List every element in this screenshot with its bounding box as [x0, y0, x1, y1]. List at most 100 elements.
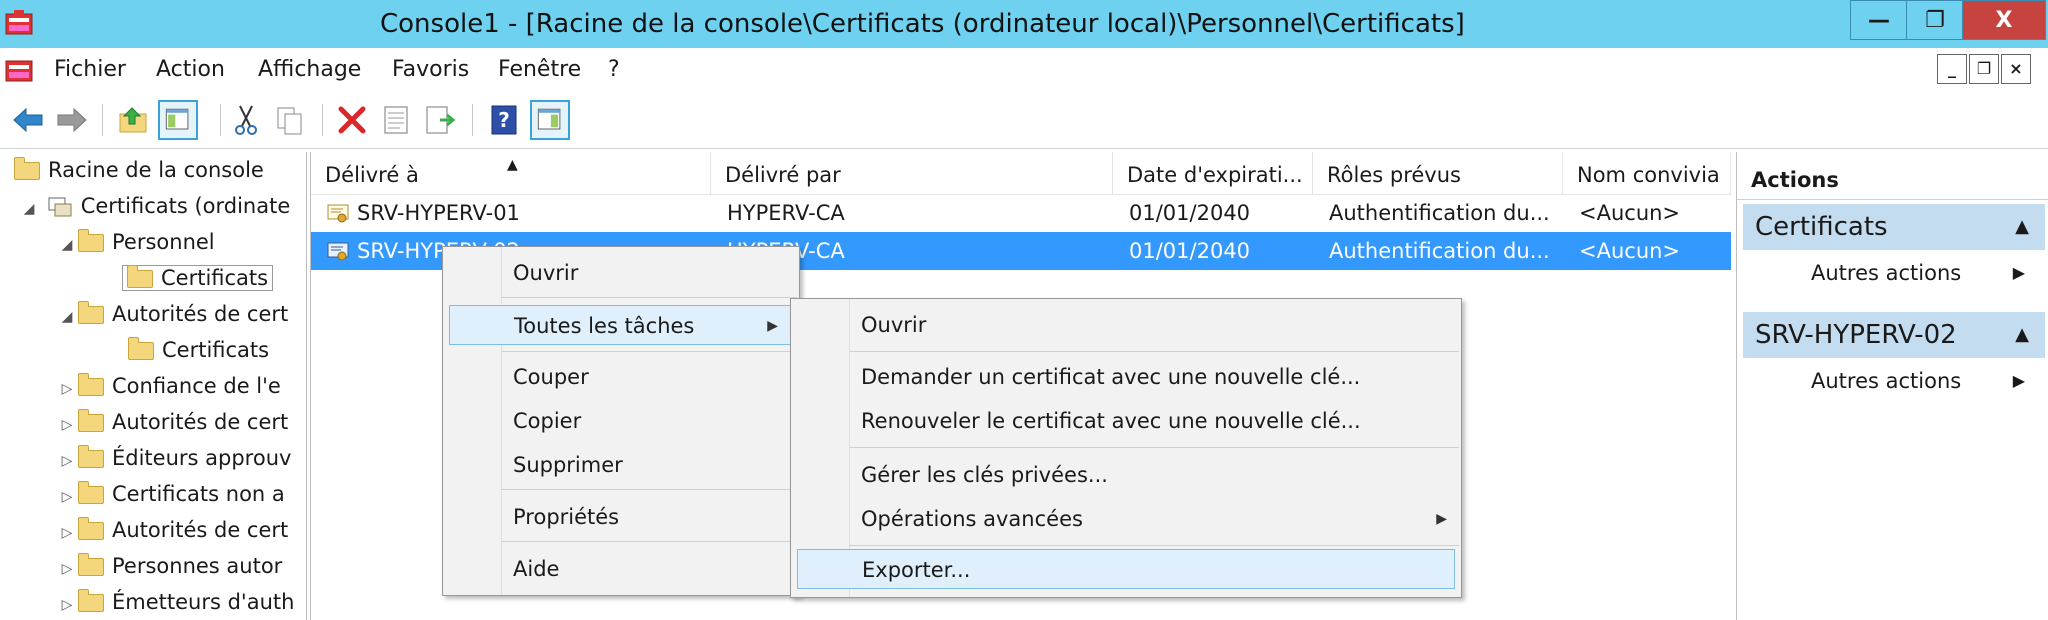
tree-node-non-autorises[interactable]: ▷ Certificats non a [0, 476, 306, 512]
menu-item-toutes-les-taches[interactable]: Toutes les tâches ▶ [449, 305, 793, 345]
expand-arrow-icon[interactable]: ▷ [56, 443, 78, 479]
window-title: Console1 - [Racine de la console\Certifi… [380, 9, 1465, 39]
tree-node-label: Confiance de l'e [112, 374, 281, 398]
actions-section-srv-hyperv-02[interactable]: SRV-HYPERV-02 ▲ [1743, 312, 2045, 358]
cell-nom-convivial: <Aucun> [1579, 201, 1681, 225]
menu-favoris[interactable]: Favoris [392, 48, 469, 92]
tree-node-autorites-inter[interactable]: ▷ Autorités de cert [0, 404, 306, 440]
tree-node-emetteurs[interactable]: ▷ Émetteurs d'auth [0, 584, 306, 620]
tree-node-label: Personnes autor [112, 554, 283, 578]
column-header-roles-prevus[interactable]: Rôles prévus [1313, 152, 1563, 194]
tree-node-personnel[interactable]: ◢ Personnel [0, 224, 306, 260]
menu-item-proprietes[interactable]: Propriétés [443, 497, 799, 537]
help-icon[interactable]: ? [484, 100, 524, 140]
table-row[interactable]: SRV-HYPERV-01 HYPERV-CA 01/01/2040 Authe… [311, 194, 1731, 232]
actions-section-label: Certificats [1755, 212, 1888, 242]
expand-arrow-icon[interactable]: ▷ [56, 479, 78, 515]
folder-icon [78, 445, 104, 468]
toolbar-separator [220, 104, 221, 136]
cell-delivre-a: SRV-HYPERV-01 [357, 201, 520, 225]
submenu-item-demander-certificat[interactable]: Demander un certificat avec une nouvelle… [791, 357, 1461, 397]
collapse-arrow-icon[interactable]: ◢ [56, 227, 78, 263]
folder-icon [78, 481, 104, 504]
back-arrow-icon[interactable] [8, 100, 48, 140]
expand-arrow-icon[interactable]: ▷ [56, 407, 78, 443]
forward-arrow-icon[interactable] [52, 100, 92, 140]
actions-autres-actions-2[interactable]: Autres actions ▶ [1743, 362, 2045, 400]
tree-node-label: Autorités de cert [112, 302, 289, 326]
tree-node-label: Certificats non a [112, 482, 285, 506]
cell-roles-prevus: Authentification du... [1329, 239, 1550, 263]
submenu-item-operations-avancees[interactable]: Opérations avancées ▶ [791, 499, 1461, 539]
menu-item-ouvrir[interactable]: Ouvrir [443, 253, 799, 293]
cut-icon[interactable] [226, 100, 266, 140]
tree-node-label: Certificats [162, 338, 270, 362]
delete-icon[interactable] [332, 100, 372, 140]
actions-pane-title: Actions [1737, 160, 2048, 200]
menu-affichage[interactable]: Affichage [258, 48, 361, 92]
mmc-app-icon[interactable] [4, 8, 34, 38]
tree-node-autorites-tierces[interactable]: ▷ Autorités de cert [0, 512, 306, 548]
expand-arrow-icon[interactable]: ▷ [56, 551, 78, 587]
svg-text:?: ? [498, 108, 510, 132]
submenu-item-ouvrir[interactable]: Ouvrir [791, 305, 1461, 345]
column-header-delivre-par[interactable]: Délivré par [711, 152, 1113, 194]
tree-node-personnes[interactable]: ▷ Personnes autor [0, 548, 306, 584]
menu-help[interactable]: ? [608, 48, 620, 92]
console-menu-icon[interactable] [4, 56, 34, 84]
tree-node-certificats[interactable]: ◢ Certificats (ordinate [0, 188, 306, 224]
mdi-close-button[interactable]: × [2001, 54, 2031, 84]
tree-node-autorites-racines[interactable]: ◢ Autorités de cert [0, 296, 306, 332]
maximize-button[interactable]: ❐ [1906, 0, 1964, 40]
folder-icon [78, 553, 104, 576]
collapse-arrow-icon[interactable]: ◢ [56, 299, 78, 335]
mdi-minimize-button[interactable]: _ [1937, 54, 1967, 84]
tree-node-root[interactable]: Racine de la console [0, 152, 306, 188]
tree-node-personnel-certificats[interactable]: Certificats [0, 260, 306, 296]
menu-separator [849, 351, 1459, 352]
submenu-arrow-icon: ▶ [1436, 511, 1447, 527]
toolbar-separator [472, 104, 473, 136]
mdi-restore-button[interactable]: ❐ [1969, 54, 1999, 84]
submenu-item-exporter[interactable]: Exporter... [797, 549, 1455, 589]
expand-arrow-icon[interactable]: ▷ [56, 371, 78, 407]
menu-item-label: Opérations avancées [861, 507, 1083, 531]
close-button[interactable]: X [1962, 0, 2046, 40]
tree-node-racines-certificats[interactable]: Certificats [0, 332, 306, 368]
menu-fichier[interactable]: Fichier [54, 48, 126, 92]
properties-icon[interactable] [376, 100, 416, 140]
certificate-icon [327, 242, 349, 261]
folder-icon [78, 517, 104, 540]
actions-pane: Actions Certificats ▲ Autres actions ▶ S… [1736, 152, 2048, 620]
certificate-icon [327, 204, 349, 223]
folder-icon [78, 373, 104, 396]
menu-item-couper[interactable]: Couper [443, 357, 799, 397]
column-header-nom-convivial[interactable]: Nom convivia [1563, 152, 1731, 194]
submenu-item-renouveler-certificat[interactable]: Renouveler le certificat avec une nouvel… [791, 401, 1461, 441]
tree-node-editeurs[interactable]: ▷ Éditeurs approuv [0, 440, 306, 476]
tree-node-confiance[interactable]: ▷ Confiance de l'e [0, 368, 306, 404]
submenu-item-gerer-cles[interactable]: Gérer les clés privées... [791, 455, 1461, 495]
show-hide-action-pane-icon[interactable] [530, 100, 570, 140]
expand-arrow-icon[interactable]: ▷ [56, 587, 78, 620]
column-header-date-expiration[interactable]: Date d'expirati... [1113, 152, 1313, 194]
actions-section-certificats[interactable]: Certificats ▲ [1743, 204, 2045, 250]
collapse-section-icon[interactable]: ▲ [2015, 312, 2029, 358]
export-list-icon[interactable] [420, 100, 460, 140]
menu-action[interactable]: Action [156, 48, 225, 92]
menu-fenetre[interactable]: Fenêtre [498, 48, 581, 92]
minimize-button[interactable]: — [1850, 0, 1908, 40]
up-folder-icon[interactable] [114, 100, 154, 140]
menu-item-copier[interactable]: Copier [443, 401, 799, 441]
menu-item-supprimer[interactable]: Supprimer [443, 445, 799, 485]
show-hide-tree-icon[interactable] [158, 100, 198, 140]
copy-icon[interactable] [270, 100, 310, 140]
mdi-window-controls: _ ❐ × [1935, 54, 2031, 84]
column-header-delivre-a[interactable]: Délivré à ▲ [311, 152, 711, 194]
actions-autres-actions-1[interactable]: Autres actions ▶ [1743, 254, 2045, 292]
expand-arrow-icon[interactable]: ▷ [56, 515, 78, 551]
menu-item-aide[interactable]: Aide [443, 549, 799, 589]
collapse-section-icon[interactable]: ▲ [2015, 204, 2029, 250]
context-menu: Ouvrir Toutes les tâches ▶ Couper Copier… [442, 246, 800, 596]
collapse-arrow-icon[interactable]: ◢ [18, 191, 40, 227]
